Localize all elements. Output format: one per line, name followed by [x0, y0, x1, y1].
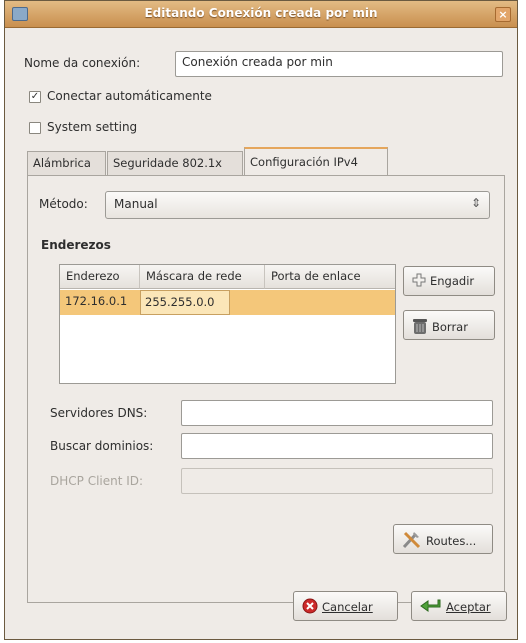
dhcp-client-id-label: DHCP Client ID: [50, 474, 144, 488]
connection-name-label: Nome da conexión: [24, 56, 141, 70]
delete-address-button[interactable]: Borrar [403, 310, 495, 340]
cancel-label: Cancelar [322, 600, 373, 614]
dhcp-client-id-input [181, 468, 493, 494]
tools-icon [402, 531, 422, 552]
auto-connect-checkbox[interactable]: ✓ [29, 91, 41, 103]
system-setting-checkbox[interactable] [29, 122, 41, 134]
updown-arrow-icon: ⇕ [470, 196, 481, 210]
tab-ipv4-settings[interactable]: Configuración IPv4 [244, 147, 388, 175]
tab-wired[interactable]: Alámbrica [27, 151, 106, 175]
add-address-button[interactable]: Engadir [403, 266, 495, 296]
column-header-netmask[interactable]: Máscara de rede [140, 265, 265, 289]
system-setting-label: System setting [47, 120, 138, 134]
method-label: Método: [39, 197, 88, 211]
search-domains-label: Buscar dominios: [50, 439, 154, 453]
method-value: Manual [114, 197, 158, 211]
table-row[interactable]: 172.16.0.1 255.255.0.0 [60, 290, 395, 315]
addresses-heading: Enderezos [41, 238, 111, 252]
add-address-label: Engadir [430, 274, 475, 288]
dns-input[interactable] [181, 400, 493, 426]
trash-icon [412, 317, 428, 338]
address-cell[interactable]: 172.16.0.1 [61, 290, 139, 315]
gateway-cell[interactable] [265, 290, 393, 315]
ipv4-settings-panel: Método: Manual ⇕ Enderezos Enderezo Másc… [27, 175, 505, 603]
search-domains-input[interactable] [181, 433, 493, 459]
routes-label: Routes... [426, 534, 477, 548]
ok-label: Aceptar [446, 600, 491, 614]
connection-name-input[interactable]: Conexión creada por min [175, 51, 503, 77]
cancel-icon [302, 598, 318, 617]
plus-icon [412, 273, 426, 290]
routes-button[interactable]: Routes... [393, 524, 493, 554]
auto-connect-label: Conectar automáticamente [47, 89, 212, 103]
addresses-table: Enderezo Máscara de rede Porta de enlace… [59, 264, 396, 384]
dialog-window: Editando Conexión creada por min × Nome … [4, 0, 518, 640]
window-title: Editando Conexión creada por min [144, 6, 378, 20]
column-header-gateway[interactable]: Porta de enlace [265, 265, 395, 289]
ok-button[interactable]: Aceptar [411, 591, 507, 621]
ok-arrow-icon [420, 598, 442, 617]
netmask-cell[interactable]: 255.255.0.0 [140, 290, 230, 315]
dns-label: Servidores DNS: [50, 406, 148, 420]
method-select[interactable]: Manual ⇕ [105, 191, 490, 219]
cancel-button[interactable]: Cancelar [293, 591, 398, 621]
delete-address-label: Borrar [432, 320, 468, 334]
tab-security-8021x[interactable]: Seguridade 802.1x [107, 151, 243, 175]
column-header-address[interactable]: Enderezo [60, 265, 140, 289]
titlebar[interactable]: Editando Conexión creada por min × [5, 1, 517, 28]
close-button[interactable]: × [495, 7, 511, 22]
